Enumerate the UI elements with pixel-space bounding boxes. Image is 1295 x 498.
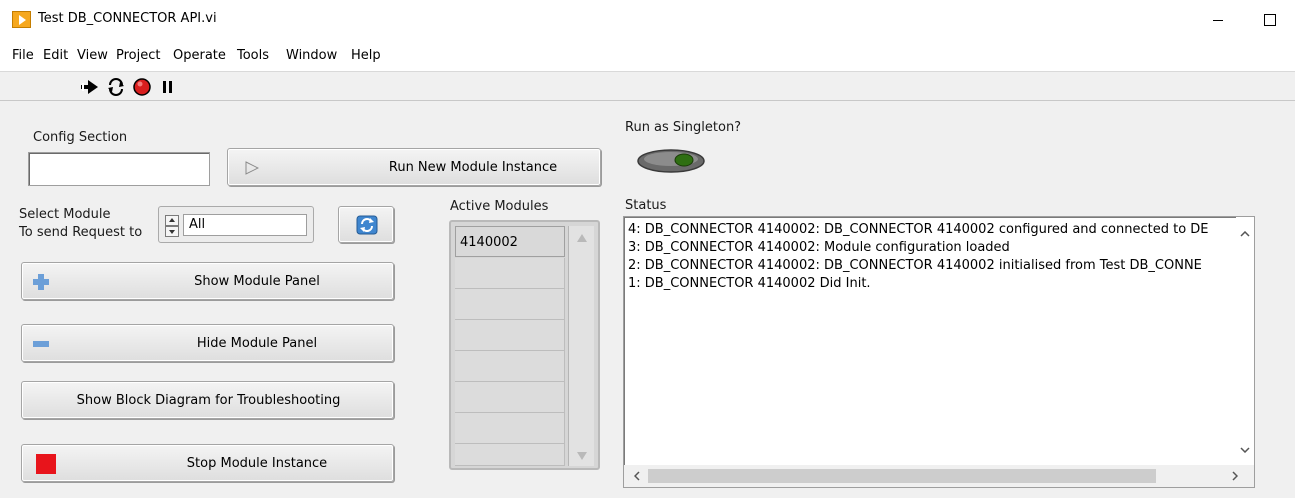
list-item[interactable]: 4140002: [455, 226, 565, 257]
menu-file[interactable]: File: [12, 48, 34, 63]
title-bar: Test DB_CONNECTOR API.vi: [0, 0, 1295, 40]
scroll-down-icon[interactable]: [577, 452, 587, 460]
status-label: Status: [625, 198, 667, 213]
minimize-button[interactable]: [1203, 6, 1233, 32]
stop-module-instance-label: Stop Module Instance: [186, 455, 328, 471]
menu-tools[interactable]: Tools: [237, 48, 269, 63]
select-module-label-line2: To send Request to: [19, 225, 143, 240]
status-textbox[interactable]: 4: DB_CONNECTOR 4140002: DB_CONNECTOR 41…: [623, 216, 1255, 488]
hide-module-panel-button[interactable]: Hide Module Panel: [21, 324, 394, 362]
select-module-label-line1: Select Module: [19, 207, 111, 222]
menu-view[interactable]: View: [77, 48, 108, 63]
menu-window[interactable]: Window: [286, 48, 337, 63]
stop-module-instance-button[interactable]: Stop Module Instance: [21, 444, 394, 482]
toolbar: [0, 73, 1295, 101]
refresh-button[interactable]: [338, 206, 394, 243]
select-module-ring[interactable]: All: [158, 206, 314, 243]
show-block-diagram-label: Show Block Diagram for Troubleshooting: [76, 392, 341, 408]
front-panel: Config Section Run New Module Instance R…: [0, 102, 1295, 498]
list-item[interactable]: [455, 382, 565, 413]
show-module-panel-label: Show Module Panel: [194, 273, 320, 289]
refresh-icon: [356, 215, 378, 235]
status-line: 2: DB_CONNECTOR 4140002: DB_CONNECTOR 41…: [628, 258, 1202, 273]
run-continuously-icon[interactable]: [106, 77, 126, 97]
active-modules-listbox[interactable]: 4140002: [449, 220, 600, 470]
play-outline-icon: [245, 161, 259, 175]
status-line: 1: DB_CONNECTOR 4140002 Did Init.: [628, 276, 871, 291]
list-item[interactable]: [455, 320, 565, 351]
list-item[interactable]: [455, 289, 565, 320]
plus-icon: [33, 274, 49, 290]
abort-icon[interactable]: [132, 77, 152, 97]
pause-icon[interactable]: [158, 77, 178, 97]
minus-icon: [33, 341, 49, 347]
select-module-value-box[interactable]: All: [183, 214, 307, 236]
show-block-diagram-button[interactable]: Show Block Diagram for Troubleshooting: [21, 381, 394, 419]
run-arrow-icon[interactable]: [80, 77, 100, 97]
show-module-panel-button[interactable]: Show Module Panel: [21, 262, 394, 300]
stop-square-icon: [36, 454, 56, 474]
scroll-right-icon[interactable]: [1232, 471, 1238, 481]
list-item[interactable]: [455, 258, 565, 289]
list-item[interactable]: [455, 413, 565, 444]
hide-module-panel-label: Hide Module Panel: [196, 335, 318, 351]
list-item[interactable]: [455, 351, 565, 382]
status-vertical-scrollbar[interactable]: [1236, 217, 1254, 465]
menu-bar: File Edit View Project Operate Tools Win…: [0, 40, 1295, 72]
list-item[interactable]: [455, 444, 565, 466]
scroll-up-icon[interactable]: [577, 234, 587, 242]
active-modules-scrollbar[interactable]: [568, 226, 594, 466]
run-as-singleton-toggle[interactable]: [636, 148, 706, 174]
select-module-value: All: [189, 217, 206, 232]
scroll-down-icon[interactable]: [1240, 447, 1250, 453]
config-section-input[interactable]: [28, 152, 210, 186]
config-section-label: Config Section: [33, 130, 128, 145]
menu-project[interactable]: Project: [116, 48, 160, 63]
window-title: Test DB_CONNECTOR API.vi: [38, 11, 217, 26]
labview-vi-icon: [12, 11, 31, 28]
menu-edit[interactable]: Edit: [43, 48, 68, 63]
scroll-up-icon[interactable]: [1240, 231, 1250, 237]
active-modules-label: Active Modules: [450, 199, 549, 214]
horizontal-scroll-thumb[interactable]: [648, 469, 1156, 483]
ring-increment-decrement-icon[interactable]: [165, 215, 179, 237]
menu-operate[interactable]: Operate: [173, 48, 226, 63]
status-line: 3: DB_CONNECTOR 4140002: Module configur…: [628, 240, 1010, 255]
status-line: 4: DB_CONNECTOR 4140002: DB_CONNECTOR 41…: [628, 222, 1209, 237]
run-new-module-instance-button[interactable]: Run New Module Instance: [227, 148, 601, 186]
scroll-left-icon[interactable]: [634, 471, 640, 481]
maximize-button[interactable]: [1255, 6, 1285, 32]
menu-help[interactable]: Help: [351, 48, 381, 63]
run-as-singleton-label: Run as Singleton?: [625, 120, 742, 135]
run-new-module-instance-label: Run New Module Instance: [388, 159, 558, 175]
status-horizontal-scrollbar[interactable]: [624, 465, 1254, 487]
